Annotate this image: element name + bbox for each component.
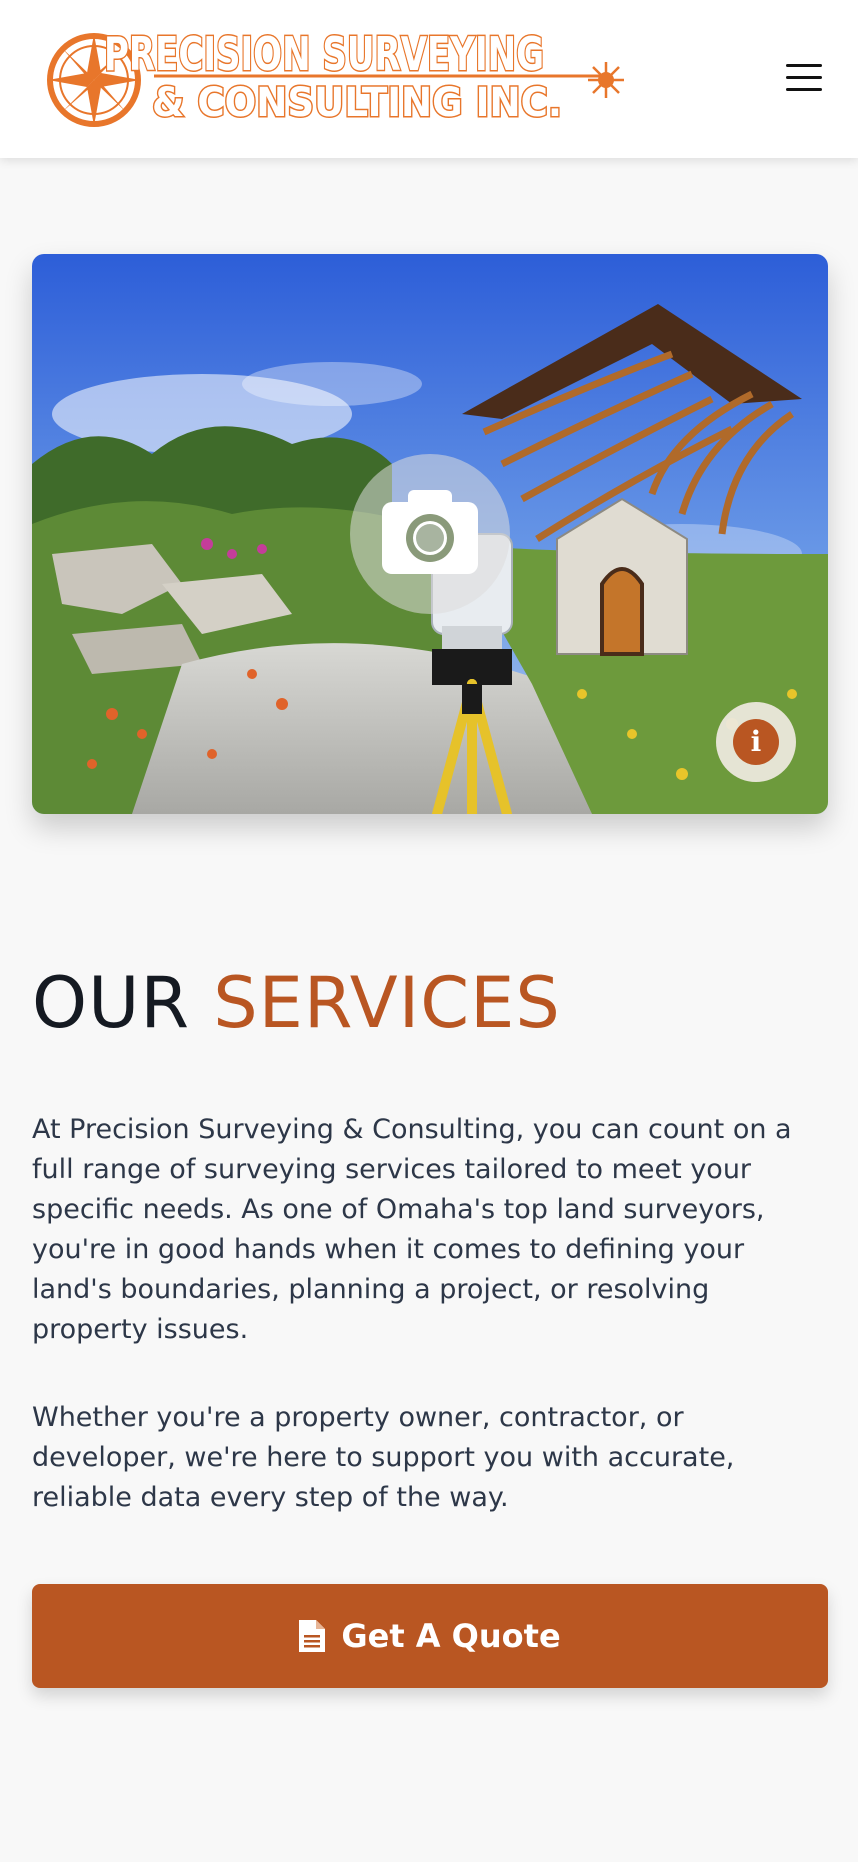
info-icon: i (733, 719, 779, 765)
site-header: PRECISION SURVEYING & CONSULTING INC. (0, 0, 858, 158)
view-photos-button[interactable] (350, 454, 510, 614)
services-heading: OUR SERVICES (32, 958, 561, 1048)
services-paragraph-2: Whether you're a property owner, contrac… (32, 1402, 735, 1513)
info-button[interactable]: i (716, 702, 796, 782)
document-icon (299, 1620, 326, 1652)
logo-line-1: PRECISION SURVEYING (104, 28, 544, 81)
get-a-quote-button[interactable]: Get A Quote (32, 1584, 828, 1688)
starburst-icon (588, 62, 624, 98)
hamburger-icon (786, 64, 822, 67)
logo-line-2: & CONSULTING INC. (152, 80, 562, 126)
services-paragraph-1: At Precision Surveying & Consulting, you… (32, 1114, 792, 1345)
hero-image-card: i (32, 254, 828, 814)
menu-button[interactable] (776, 56, 832, 100)
services-heading-our: OUR (32, 962, 190, 1044)
company-logo[interactable]: PRECISION SURVEYING & CONSULTING INC. (44, 28, 634, 130)
get-a-quote-label: Get A Quote (341, 1617, 561, 1655)
services-heading-services: SERVICES (213, 962, 561, 1044)
camera-icon (382, 490, 478, 574)
